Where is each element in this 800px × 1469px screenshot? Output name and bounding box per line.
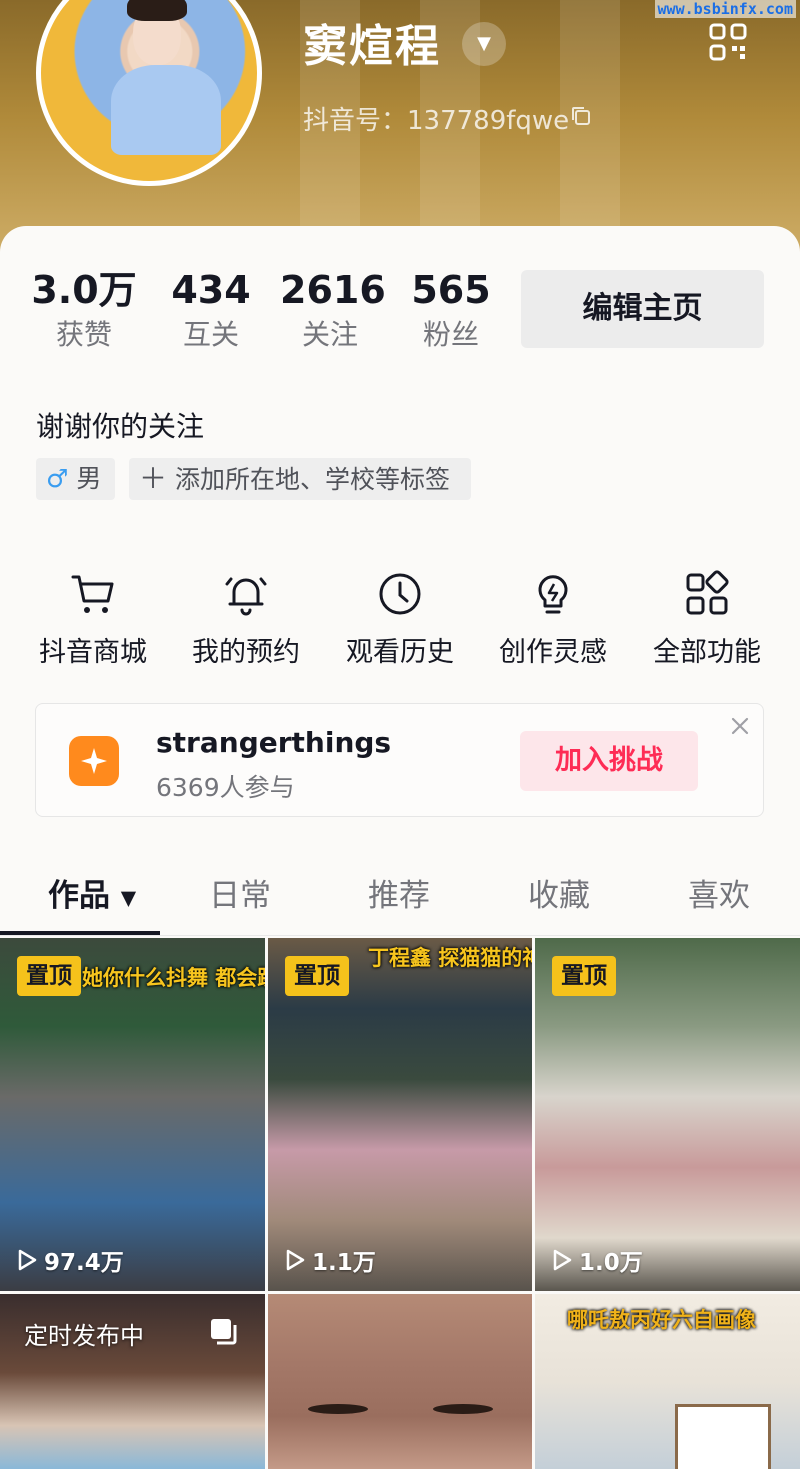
feature-label: 全部功能 [653, 637, 761, 668]
challenge-participants: 6369人参与 [156, 773, 295, 802]
view-count-value: 1.1万 [312, 1250, 376, 1276]
video-thumbnail[interactable] [268, 1294, 532, 1469]
multi-image-icon [211, 1319, 237, 1345]
play-icon [286, 1249, 305, 1271]
video-caption: 哪吒敖丙好六自画像 [567, 1308, 756, 1332]
avatar-figure-hair [127, 0, 187, 21]
feature-reservations[interactable]: 我的预约 [176, 570, 316, 669]
thumbnail-frame [675, 1404, 771, 1469]
pinned-badge: 置顶 [17, 956, 81, 996]
challenge-title: strangerthings [156, 726, 392, 759]
douyin-id: 抖音号：137789fqwe [303, 106, 570, 136]
feature-label: 我的预约 [192, 637, 300, 668]
video-thumbnail[interactable]: 定时发布中 [0, 1294, 265, 1469]
feature-label: 抖音商城 [39, 637, 147, 668]
profile-name: 窦煊程 [303, 21, 441, 72]
view-count: 97.4万 [14, 1243, 124, 1277]
grid-icon [686, 570, 729, 615]
feature-inspiration[interactable]: 创作灵感 [483, 570, 623, 669]
thumbnail-eyes [308, 1404, 368, 1414]
bell-icon [225, 577, 267, 616]
view-count-value: 1.0万 [579, 1250, 643, 1276]
account-switch-button[interactable]: ▼ [462, 22, 506, 66]
gender-label: 男 [76, 464, 102, 493]
stat-value: 3.0万 [31, 268, 137, 312]
clock-icon [379, 573, 421, 615]
challenge-banner[interactable]: strangerthings 6369人参与 加入挑战 [35, 703, 764, 817]
stat-value: 565 [411, 268, 491, 312]
stat-mutual[interactable]: 434 互关 [165, 268, 257, 352]
view-count-value: 97.4万 [44, 1250, 124, 1276]
add-tags-button[interactable]: ＋ 添加所在地、学校等标签 [129, 458, 471, 500]
gender-tag[interactable]: ♂ 男 [36, 458, 115, 500]
stat-value: 2616 [280, 268, 386, 312]
feature-all-functions[interactable]: 全部功能 [637, 570, 777, 669]
view-count: 1.1万 [282, 1243, 376, 1277]
stat-value: 434 [171, 268, 251, 312]
stat-label: 关注 [301, 318, 358, 351]
lightbulb-icon [538, 575, 568, 614]
challenge-icon [69, 736, 119, 786]
feature-label: 创作灵感 [499, 637, 607, 668]
qr-code-icon[interactable] [708, 22, 748, 62]
play-icon [18, 1249, 37, 1271]
tab-divider [0, 935, 800, 936]
bio-text: 谢谢你的关注 [36, 410, 205, 443]
join-challenge-button[interactable]: 加入挑战 [520, 731, 698, 791]
caret-down-icon: ▼ [120, 885, 137, 910]
stat-followers[interactable]: 565 粉丝 [405, 268, 497, 352]
video-thumbnail[interactable]: 她你什么抖舞 都会跳啊 置顶 97.4万 [0, 938, 265, 1291]
tab-favorites[interactable]: 收藏 [528, 870, 590, 915]
pinned-badge: 置顶 [285, 956, 349, 996]
feature-label: 观看历史 [346, 637, 454, 668]
stat-label: 粉丝 [422, 318, 479, 351]
video-caption: 丁程鑫 探猫猫的神 [368, 946, 532, 970]
video-caption: 她你什么抖舞 都会跳啊 [82, 966, 265, 990]
avatar-figure-body [111, 65, 221, 155]
male-icon: ♂ [46, 464, 69, 493]
copy-icon[interactable] [570, 105, 592, 127]
add-tags-label: 添加所在地、学校等标签 [174, 465, 450, 494]
cart-icon [71, 575, 114, 613]
play-icon [553, 1249, 572, 1271]
tab-works[interactable]: 作品 ▼ [48, 870, 136, 915]
feature-shop[interactable]: 抖音商城 [23, 570, 163, 669]
stat-label: 获赞 [55, 318, 112, 351]
feature-history[interactable]: 观看历史 [330, 570, 470, 669]
stat-likes[interactable]: 3.0万 获赞 [30, 268, 138, 352]
tab-recommended[interactable]: 推荐 [368, 870, 430, 915]
plus-icon: ＋ [139, 462, 168, 495]
view-count: 1.0万 [549, 1243, 643, 1277]
tab-label: 作品 [48, 878, 110, 914]
stat-following[interactable]: 2616 关注 [280, 268, 386, 352]
chevron-down-icon: ▼ [477, 33, 491, 54]
video-thumbnail[interactable]: 丁程鑫 探猫猫的神 置顶 1.1万 [268, 938, 532, 1291]
pinned-badge: 置顶 [552, 956, 616, 996]
video-thumbnail[interactable]: 哪吒敖丙好六自画像 [535, 1294, 800, 1469]
scheduled-label: 定时发布中 [24, 1322, 144, 1350]
tab-daily[interactable]: 日常 [209, 870, 271, 915]
tab-likes[interactable]: 喜欢 [688, 870, 750, 915]
close-icon[interactable] [730, 716, 750, 736]
thumbnail-eyes [433, 1404, 493, 1414]
edit-profile-button[interactable]: 编辑主页 [521, 270, 764, 348]
watermark: www.bsbinfx.com [654, 0, 796, 18]
video-thumbnail[interactable]: 置顶 1.0万 [535, 938, 800, 1291]
stat-label: 互关 [182, 318, 239, 351]
